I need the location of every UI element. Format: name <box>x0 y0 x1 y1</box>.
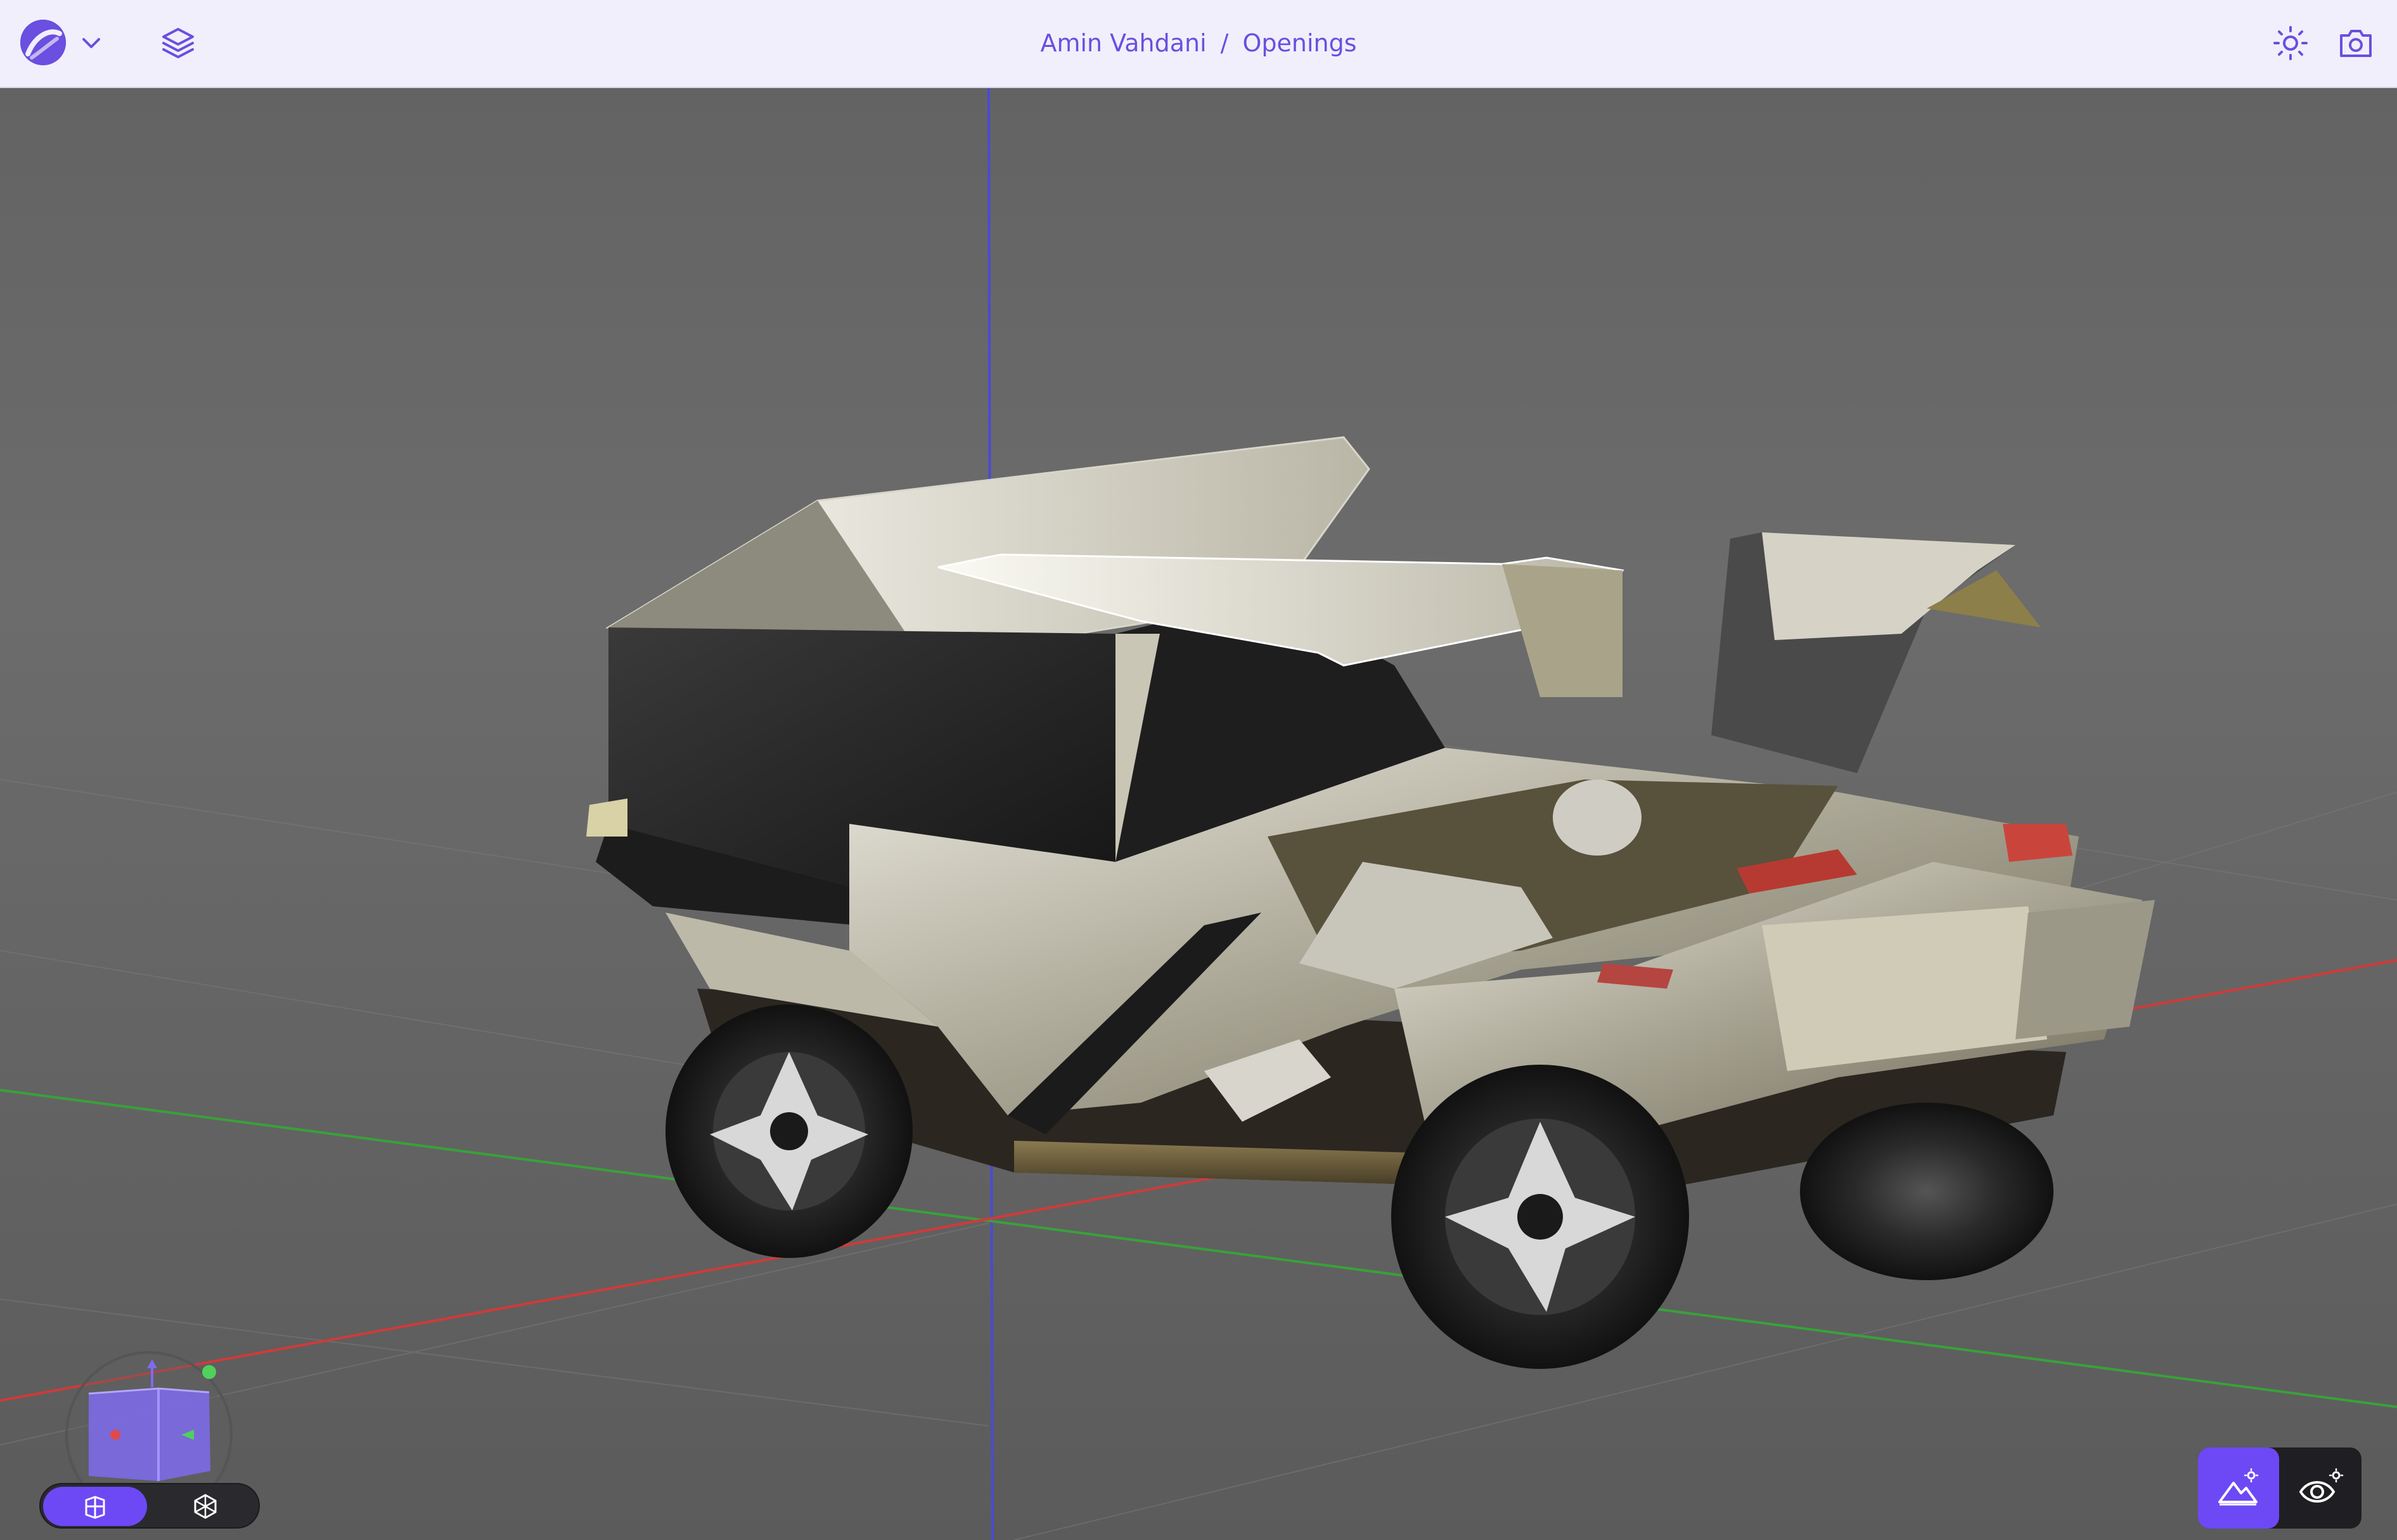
scene-canvas <box>0 88 2397 1540</box>
app-window: Amin Vahdani / Openings <box>0 0 2397 1540</box>
chevron-down-icon[interactable] <box>79 30 104 56</box>
breadcrumb-owner[interactable]: Amin Vahdani <box>1040 29 1206 57</box>
top-bar: Amin Vahdani / Openings <box>0 0 2397 88</box>
grid-view-button[interactable] <box>43 1487 147 1526</box>
3d-viewport[interactable] <box>0 88 2397 1540</box>
camera-icon[interactable] <box>2337 25 2374 61</box>
breadcrumb-separator: / <box>1220 29 1229 57</box>
view-mode-toggle <box>39 1483 260 1529</box>
rear-far-wheel <box>1800 1103 2053 1280</box>
grid-view-icon <box>85 1496 105 1519</box>
breadcrumb-project[interactable]: Openings <box>1242 29 1356 57</box>
app-logo-icon[interactable] <box>20 20 66 65</box>
visibility-settings-button[interactable] <box>2280 1447 2362 1529</box>
layers-icon[interactable] <box>160 25 196 62</box>
environment-toggle <box>2198 1447 2362 1529</box>
rear-near-wheel <box>1391 1065 1689 1369</box>
environment-button[interactable] <box>2198 1447 2279 1529</box>
visibility-settings-icon <box>2299 1468 2344 1503</box>
breadcrumb: Amin Vahdani / Openings <box>0 0 2397 86</box>
wireframe-icon <box>194 1494 217 1519</box>
vehicle-model[interactable] <box>586 436 2155 1369</box>
wireframe-view-button[interactable] <box>153 1487 257 1526</box>
environment-icon <box>2218 1468 2259 1506</box>
sun-icon[interactable] <box>2273 25 2308 61</box>
front-near-wheel <box>665 1004 913 1258</box>
